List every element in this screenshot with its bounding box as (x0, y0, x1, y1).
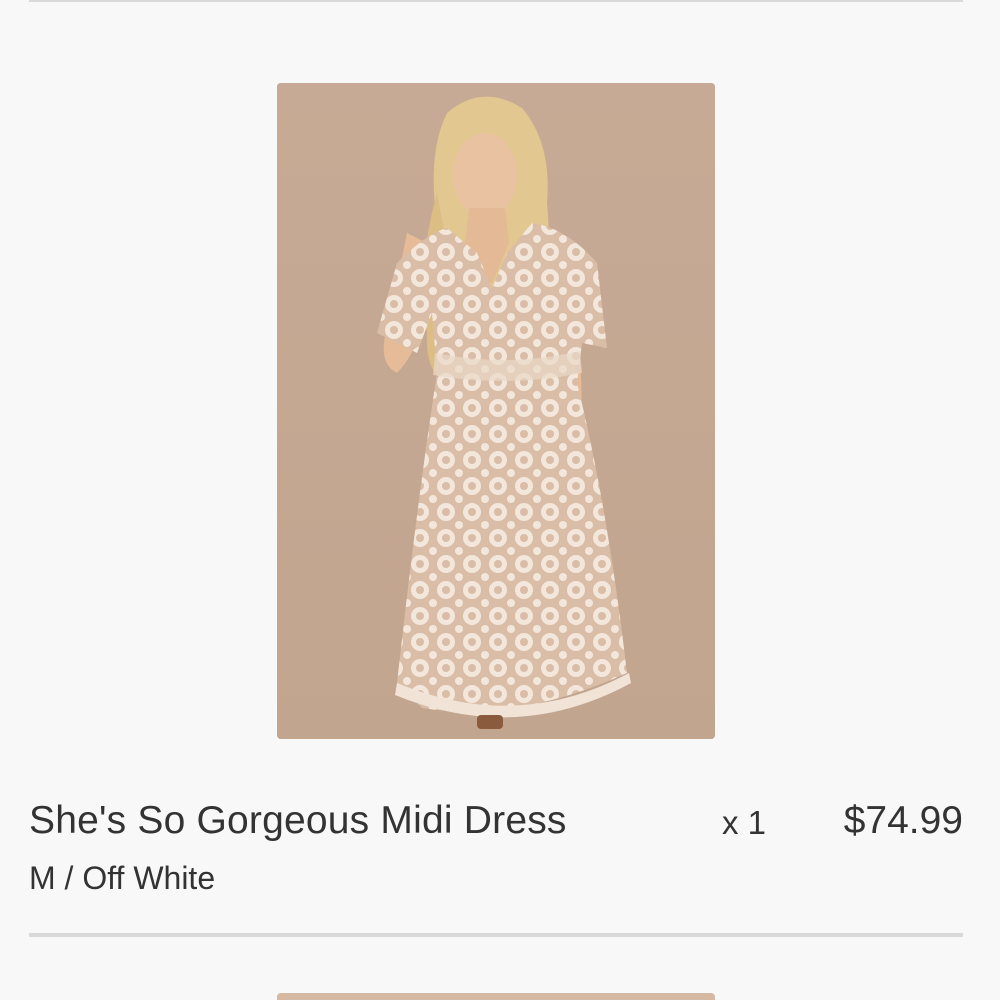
next-product-image[interactable] (277, 993, 715, 1000)
product-variant: M / Off White (29, 860, 216, 896)
bottom-divider (29, 933, 963, 937)
product-name[interactable]: She's So Gorgeous Midi Dress (29, 797, 567, 845)
top-divider (29, 0, 963, 2)
product-image[interactable] (277, 83, 715, 739)
quantity-label: x 1 (722, 804, 767, 841)
product-price: $74.99 (843, 799, 963, 842)
dress-photo-illustration (277, 83, 715, 739)
